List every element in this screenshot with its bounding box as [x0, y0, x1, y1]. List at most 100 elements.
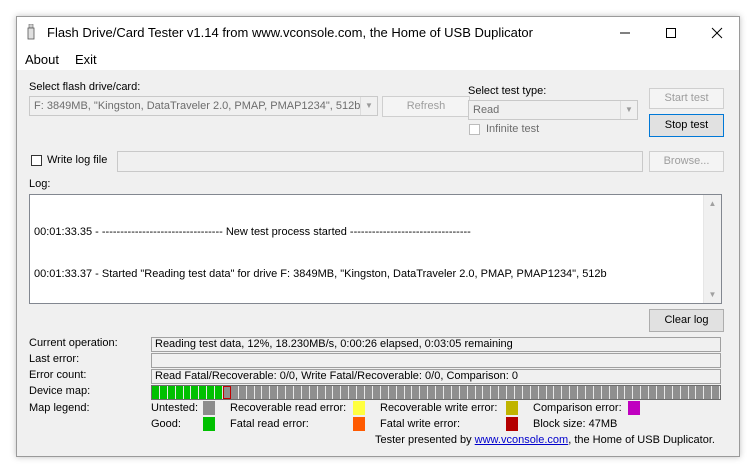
map-cell [372, 386, 381, 399]
map-cell [633, 386, 642, 399]
menu-exit[interactable]: Exit [75, 52, 97, 67]
drive-label: Select flash drive/card: [29, 81, 141, 93]
map-cell [317, 386, 326, 399]
close-button[interactable] [694, 17, 740, 48]
legend-good-label: Good: [151, 418, 181, 430]
legend-recoverable-write-label: Recoverable write error: [380, 402, 498, 414]
map-cell [238, 386, 247, 399]
minimize-button[interactable] [602, 17, 648, 48]
drive-select-value: F: 3849MB, "Kingston, DataTraveler 2.0, … [34, 100, 361, 112]
log-line: 00:01:33.35 - --------------------------… [34, 226, 471, 238]
log-scrollbar[interactable]: ▲ ▼ [703, 195, 721, 303]
map-cell [570, 386, 579, 399]
legend-recoverable-write-swatch [506, 401, 518, 415]
map-cell [672, 386, 681, 399]
device-map-label: Device map: [29, 385, 91, 397]
map-cell [538, 386, 547, 399]
legend-recoverable-read-swatch [353, 401, 365, 415]
usb-drive-icon [27, 24, 35, 40]
map-cell [262, 386, 271, 399]
menu-bar: About Exit [17, 48, 739, 70]
maximize-icon [666, 28, 676, 39]
start-test-button[interactable]: Start test [649, 88, 724, 109]
map-cell [428, 386, 437, 399]
clear-log-button[interactable]: Clear log [649, 309, 724, 332]
map-cell [167, 386, 176, 399]
stop-test-button[interactable]: Stop test [649, 114, 724, 137]
device-map [151, 385, 721, 400]
footer-prefix: Tester presented by [375, 434, 475, 446]
drive-select[interactable]: F: 3849MB, "Kingston, DataTraveler 2.0, … [29, 96, 378, 116]
legend-untested-swatch [203, 401, 215, 415]
minimize-icon [620, 32, 630, 34]
map-cell [712, 386, 720, 399]
window-title: Flash Drive/Card Tester v1.14 from www.v… [47, 25, 533, 40]
log-file-path-field[interactable] [117, 151, 643, 172]
map-cell [609, 386, 618, 399]
map-cell [246, 386, 255, 399]
map-cell [420, 386, 429, 399]
map-cell [333, 386, 342, 399]
scroll-down-icon[interactable]: ▼ [704, 286, 721, 303]
chevron-down-icon: ▼ [360, 97, 377, 115]
current-operation-field: Reading test data, 12%, 18.230MB/s, 0:00… [151, 337, 721, 352]
map-cell [388, 386, 397, 399]
map-cell [483, 386, 492, 399]
legend-fatal-read-swatch [353, 417, 365, 431]
map-cell [325, 386, 334, 399]
map-cell [215, 386, 224, 399]
map-cell [412, 386, 421, 399]
map-cell [301, 386, 310, 399]
legend-recoverable-read-label: Recoverable read error: [230, 402, 347, 414]
write-log-checkbox[interactable] [31, 155, 42, 166]
scroll-up-icon[interactable]: ▲ [704, 195, 721, 212]
map-cell [585, 386, 594, 399]
menu-about[interactable]: About [25, 52, 59, 67]
log-box[interactable]: 00:01:33.35 - --------------------------… [29, 194, 722, 304]
map-cell [696, 386, 705, 399]
map-cell [562, 386, 571, 399]
refresh-button[interactable]: Refresh [382, 96, 470, 117]
map-cell [443, 386, 452, 399]
map-cell [404, 386, 413, 399]
map-cell [522, 386, 531, 399]
legend-fatal-write-label: Fatal write error: [380, 418, 461, 430]
map-cell [254, 386, 263, 399]
error-count-field: Read Fatal/Recoverable: 0/0, Write Fatal… [151, 369, 721, 384]
legend-comparison-swatch [628, 401, 640, 415]
map-cell [704, 386, 713, 399]
map-cell [278, 386, 287, 399]
map-cell [546, 386, 555, 399]
map-cell [349, 386, 358, 399]
current-operation-label: Current operation: [29, 337, 118, 349]
chevron-down-icon: ▼ [620, 101, 637, 119]
map-cell [641, 386, 650, 399]
legend-good-swatch [203, 417, 215, 431]
map-cell [152, 386, 160, 399]
maximize-button[interactable] [648, 17, 694, 48]
map-cell [451, 386, 460, 399]
error-count-label: Error count: [29, 369, 87, 381]
infinite-test-checkbox[interactable] [469, 124, 480, 135]
map-cell [467, 386, 476, 399]
test-type-select[interactable]: Read ▼ [468, 100, 638, 120]
map-cell [499, 386, 508, 399]
footer-suffix: , the Home of USB Duplicator. [568, 434, 715, 446]
map-cell [491, 386, 500, 399]
test-type-value: Read [473, 104, 500, 116]
map-cell [507, 386, 515, 399]
map-cell [199, 386, 208, 399]
map-cell [309, 386, 318, 399]
map-cell [357, 386, 366, 399]
map-cell [657, 386, 665, 399]
close-icon [711, 27, 723, 39]
map-cell [554, 386, 563, 399]
title-bar[interactable]: Flash Drive/Card Tester v1.14 from www.v… [17, 17, 739, 48]
map-cell [286, 386, 295, 399]
legend-untested-label: Untested: [151, 402, 199, 414]
browse-button[interactable]: Browse... [649, 151, 724, 172]
map-cell [514, 386, 523, 399]
map-cell [625, 386, 634, 399]
map-cell [436, 386, 444, 399]
vconsole-link[interactable]: www.vconsole.com [475, 434, 569, 446]
